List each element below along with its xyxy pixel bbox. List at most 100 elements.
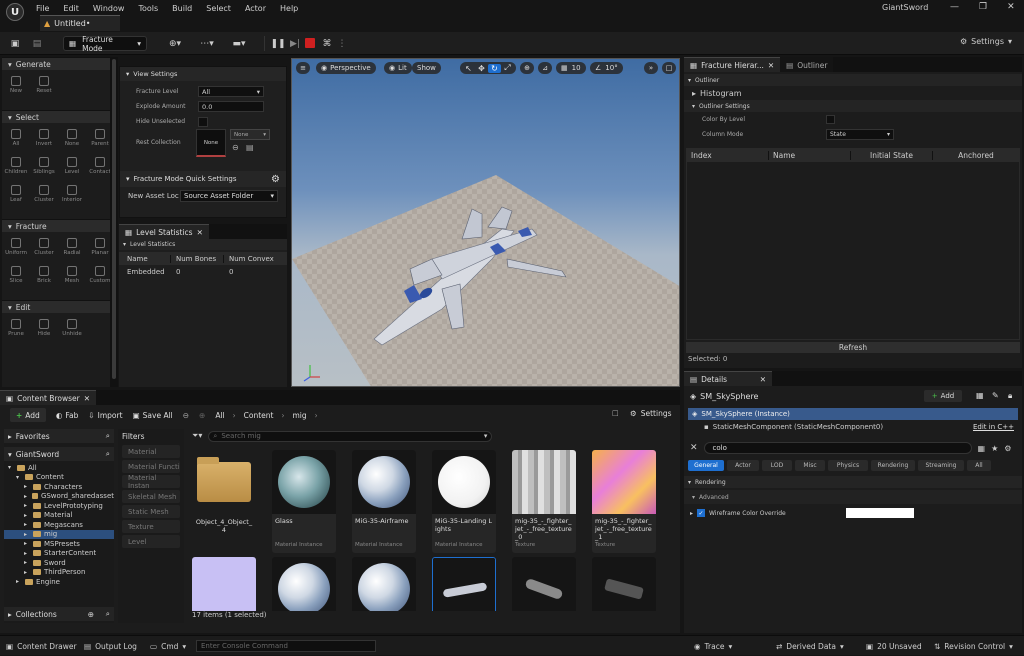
save-icon[interactable]: ▣ [8, 36, 22, 51]
more-icon[interactable]: ⋮ [338, 36, 347, 51]
filter-chip[interactable]: Skeletal Mesh [122, 490, 180, 503]
chevron-icon[interactable]: ▸ [24, 483, 30, 490]
breadcrumb-mig[interactable]: mig [292, 411, 306, 420]
menu-help[interactable]: Help [280, 4, 298, 13]
view-settings-header[interactable]: ▾ View Settings [120, 67, 286, 81]
asset-tile[interactable]: mig-35_-_fighter_jet_-_free_texture_0 Te… [512, 450, 576, 553]
revision-control-button[interactable]: ⇅ Revision Control ▾ [934, 636, 1013, 656]
component-row[interactable]: ▪ StaticMeshComponent (StaticMeshComponen… [688, 420, 1018, 434]
table-row[interactable]: Embedded 0 0 [119, 265, 287, 278]
menu-edit[interactable]: Edit [63, 4, 79, 13]
details-tab[interactable]: ▤ Details ✕ [684, 371, 772, 386]
outliner-tab[interactable]: ▤ Outliner [780, 57, 834, 72]
filter-chip[interactable]: Static Mesh [122, 505, 180, 518]
pause-icon[interactable]: ❚❚ [270, 36, 285, 51]
use-selected-icon[interactable]: ⊖ [232, 143, 239, 152]
search-icon[interactable]: ⌕ [106, 609, 110, 619]
asset-tile[interactable] [512, 557, 576, 615]
tree-folder[interactable]: ▸ ThirdPerson [4, 568, 114, 578]
save-all-button[interactable]: ▣ Save All [133, 411, 173, 420]
content-drawer-button[interactable]: ▣ Content Drawer [6, 636, 77, 656]
restore-icon[interactable]: ❐ [979, 2, 987, 12]
rotation-snap-button[interactable]: ∠ 10° [590, 62, 623, 74]
cinematics-icon[interactable]: ▬▾ [228, 36, 250, 51]
asset-tile[interactable] [272, 557, 336, 615]
category-lod[interactable]: LOD [762, 459, 792, 471]
show-button[interactable]: Show [412, 62, 441, 74]
rest-collection-thumbnail[interactable]: None [196, 129, 226, 157]
world-space-icon[interactable]: ⊕ [520, 62, 534, 74]
advanced-section[interactable]: ▾ Advanced [684, 490, 1022, 504]
tree-folder[interactable]: ▸ Material [4, 511, 114, 521]
asset-tile[interactable] [592, 557, 656, 615]
grid-icon[interactable]: ▦ [978, 444, 986, 453]
level-statistics-tab[interactable]: ▦ Level Statistics ✕ [119, 224, 209, 239]
console-input[interactable]: Enter Console Command [196, 640, 376, 652]
tool-reset[interactable]: Reset [30, 76, 58, 104]
chevron-icon[interactable]: ▸ [24, 493, 29, 500]
search-icon[interactable]: ⌕ [106, 431, 110, 441]
perspective-button[interactable]: ◉ Perspective [316, 62, 376, 74]
tree-folder[interactable]: ▸ Megascans [4, 520, 114, 530]
surface-snap-icon[interactable]: ⊿ [538, 62, 552, 74]
grid-snap-button[interactable]: ▦ 10 [556, 62, 586, 74]
menu-file[interactable]: File [36, 4, 49, 13]
lock-icon[interactable]: 🔒︎ [1008, 391, 1012, 401]
output-log-button[interactable]: ▤ Output Log [84, 636, 137, 656]
stop-icon[interactable] [305, 38, 315, 48]
menu-actor[interactable]: Actor [245, 4, 266, 13]
level-statistics-section[interactable]: ▾ Level Statistics [119, 239, 287, 250]
asset-tile[interactable] [352, 557, 416, 615]
blueprint-icon[interactable]: ⋯▾ [196, 36, 218, 51]
quick-settings-header[interactable]: ▾ Fracture Mode Quick Settings ⚙ [120, 171, 286, 187]
tool-none[interactable]: None [58, 129, 86, 157]
category-streaming[interactable]: Streaming [918, 459, 964, 471]
viewport-menu-icon[interactable]: ≡ [296, 62, 310, 74]
tool-uniform[interactable]: Uniform [2, 238, 30, 266]
wireframe-color-swatch[interactable] [846, 508, 914, 518]
asset-tile[interactable]: mig-35_-_fighter_jet_-_free_texture_1 Te… [592, 450, 656, 553]
tool-unhide[interactable]: Unhide [58, 319, 86, 347]
category-rendering[interactable]: Rendering [871, 459, 915, 471]
filter-chip[interactable]: Material [122, 445, 180, 458]
move-tool-icon[interactable]: ✥ [475, 64, 488, 73]
category-misc[interactable]: Misc [795, 459, 825, 471]
category-all[interactable]: All [967, 459, 991, 471]
chevron-icon[interactable]: ▸ [24, 540, 30, 547]
tool-mesh[interactable]: Mesh [58, 266, 86, 294]
gear-icon[interactable]: ⚙ [271, 174, 280, 185]
forward-icon[interactable]: ⊕ [199, 411, 205, 420]
close-icon[interactable]: ✕ [197, 228, 203, 237]
filter-chip[interactable]: Level [122, 535, 180, 548]
level-tab[interactable]: ▲ Untitled• [40, 15, 120, 31]
tree-folder[interactable]: ▸ mig [4, 529, 114, 539]
history-icon[interactable]: ☐ [612, 409, 619, 418]
tree-folder[interactable]: ▸ Characters [4, 482, 114, 492]
derived-data-button[interactable]: ⇄ Derived Data ▾ [776, 636, 844, 656]
unreal-logo-icon[interactable]: U [6, 3, 24, 21]
tree-folder[interactable]: ▸ MSPresets [4, 539, 114, 549]
close-icon[interactable]: ✕ [84, 394, 90, 403]
close-icon[interactable]: ✕ [768, 61, 774, 70]
select-section-header[interactable]: ▾ Select [2, 110, 110, 123]
color-by-level-checkbox[interactable] [826, 115, 835, 124]
chevron-icon[interactable]: ▸ [24, 559, 30, 566]
tree-folder[interactable]: ▸ LevelPrototyping [4, 501, 114, 511]
tool-slice[interactable]: Slice [2, 266, 30, 294]
gear-icon[interactable]: ⚙ [1004, 444, 1011, 453]
breadcrumb-all[interactable]: All [215, 411, 224, 420]
back-icon[interactable]: ⊖ [183, 411, 189, 420]
possess-icon[interactable]: ⌘ [320, 36, 334, 51]
close-icon[interactable]: ✕ [760, 375, 766, 384]
tool-children[interactable]: Children [2, 157, 30, 185]
chevron-icon[interactable]: ▸ [24, 512, 30, 519]
add-actor-icon[interactable]: ⊕▾ [164, 36, 186, 51]
star-icon[interactable]: ★ [991, 444, 998, 453]
edit-icon[interactable]: ✎ [992, 391, 999, 400]
tool-contact[interactable]: Contact [86, 157, 110, 185]
hide-unselected-checkbox[interactable] [198, 117, 208, 127]
content-settings-button[interactable]: ⚙ Settings [630, 409, 672, 418]
tool-brick[interactable]: Brick [30, 266, 58, 294]
tool-radial[interactable]: Radial [58, 238, 86, 266]
project-header[interactable]: ▾ GiantSword ⌕ [4, 447, 114, 461]
